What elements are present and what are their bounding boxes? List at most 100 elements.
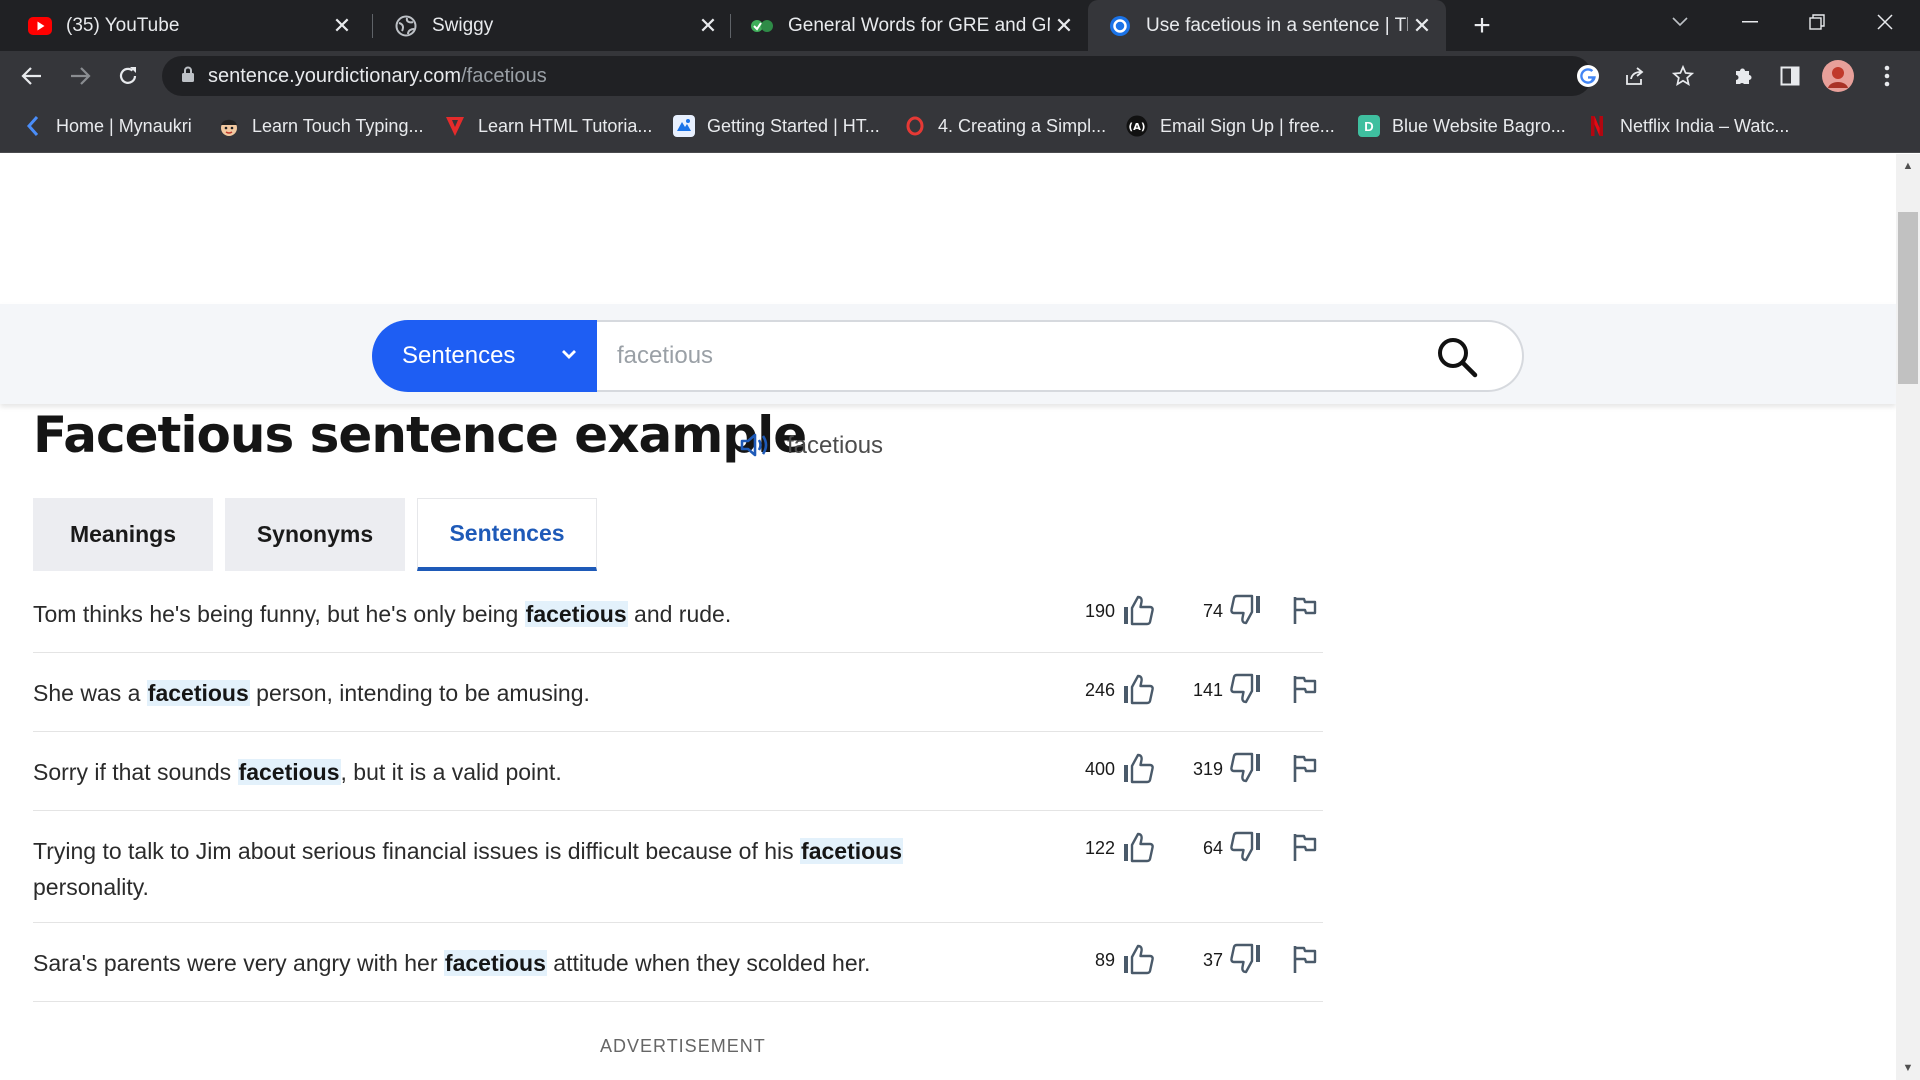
thumbs-up-icon[interactable] [1119,827,1159,867]
chevron-down-icon [562,350,576,359]
search-icon [1438,338,1478,378]
thumbs-up-icon[interactable] [1119,669,1159,709]
thumbs-down-icon[interactable] [1225,669,1265,709]
close-tab-icon[interactable]: ✕ [1408,12,1436,40]
highlighted-word[interactable]: facetious [237,759,341,785]
highlighted-word[interactable]: facetious [800,838,904,864]
search-field [597,320,1524,392]
chrome-menu-button[interactable] [1869,58,1905,94]
speaker-button[interactable] [738,429,770,461]
browser-toolbar: sentence.yourdictionary.com/facetious [0,51,1920,100]
thumbs-up-icon[interactable] [1119,590,1159,630]
highlighted-word[interactable]: facetious [443,950,547,976]
avatar [1822,60,1854,92]
search-button[interactable] [1434,334,1480,380]
bookmarks-bar: Home | Mynaukri Learn Touch Typing... Le… [0,100,1920,153]
bookmark-html-tutorial[interactable]: Learn HTML Tutoria... [444,112,652,140]
page-tabs: Meanings Synonyms Sentences [33,498,609,573]
downvote-count: 319 [1192,759,1223,779]
search-input[interactable] [617,342,1417,370]
forward-arrow-icon [71,67,91,85]
typing-icon [218,115,240,137]
bookmark-blue-website[interactable]: D Blue Website Bagro... [1358,112,1566,140]
reload-button[interactable] [110,58,146,94]
lock-icon [182,66,194,87]
search-mode-dropdown[interactable]: Sentences [372,320,597,392]
minimize-icon [1742,21,1758,23]
sentence-list: Tom thinks he's being funny, but he's on… [33,574,1323,1002]
flag-icon[interactable] [1285,827,1325,867]
tab-search-button[interactable] [1645,0,1715,44]
bookmark-email-signup[interactable]: (A) Email Sign Up | free... [1126,112,1335,140]
upvote-count: 246 [1084,680,1115,700]
bookmark-star-button[interactable] [1665,58,1701,94]
new-tab-button[interactable]: + [1464,8,1500,44]
pronunciation-word: facetious [787,432,884,459]
url-path: /facetious [461,64,547,87]
flag-icon[interactable] [1285,590,1325,630]
restore-icon [1809,14,1825,30]
sentence-text: Sorry if that sounds facetious, but it i… [33,759,562,785]
side-panel-button[interactable] [1772,58,1808,94]
bookmark-mynaukri[interactable]: Home | Mynaukri [22,112,192,140]
thumbs-up-icon[interactable] [1119,748,1159,788]
sentence-text: She was a facetious person, intending to… [33,680,590,706]
thumbs-down-icon[interactable] [1225,590,1265,630]
tab-meanings[interactable]: Meanings [33,498,213,571]
bookmark-touch-typing[interactable]: Learn Touch Typing... [218,112,423,140]
flag-icon[interactable] [1285,669,1325,709]
tab-strip: (35) YouTube ✕ Swiggy ✕ General Words fo… [0,0,1920,51]
tab-synonyms[interactable]: Synonyms [225,498,405,571]
wordsmith-icon [750,14,774,38]
sentence-text: Trying to talk to Jim about serious fina… [33,838,904,900]
bookmark-label: Home | Mynaukri [56,115,192,136]
scroll-down-arrow[interactable]: ▼ [1896,1058,1920,1078]
browser-tab-yourdictionary[interactable]: Use facetious in a sentence | The ✕ [1088,0,1446,51]
search-form: Sentences [372,320,1524,392]
bookmark-label: Blue Website Bagro... [1392,115,1566,136]
minimize-button[interactable] [1715,0,1785,44]
highlighted-word[interactable]: facetious [146,680,250,706]
close-tab-icon[interactable]: ✕ [328,12,356,40]
scroll-up-arrow[interactable]: ▲ [1896,156,1920,176]
google-icon [1577,65,1599,87]
flag-icon[interactable] [1285,939,1325,979]
share-button[interactable] [1617,58,1653,94]
address-bar[interactable]: sentence.yourdictionary.com/facetious [162,56,1592,96]
thumbs-up-icon[interactable] [1119,939,1159,979]
google-lens-button[interactable] [1570,58,1606,94]
vote-controls: 122 64 [1063,827,1323,867]
thumbs-down-icon[interactable] [1225,939,1265,979]
back-button[interactable] [14,58,50,94]
extensions-button[interactable] [1725,58,1761,94]
svg-text:(A): (A) [1129,122,1146,133]
sentence-row: Sorry if that sounds facetious, but it i… [33,732,1323,811]
browser-tab-gre-words[interactable]: General Words for GRE and GMA ✕ [730,0,1088,51]
highlighted-word[interactable]: facetious [524,601,628,627]
forward-button[interactable] [62,58,98,94]
downvote-count: 64 [1202,838,1223,858]
close-window-button[interactable] [1850,0,1920,44]
browser-tab-youtube[interactable]: (35) YouTube ✕ [8,0,366,51]
restore-button[interactable] [1782,0,1852,44]
close-tab-icon[interactable]: ✕ [1050,12,1078,40]
tab-sentences[interactable]: Sentences [417,498,597,571]
vote-controls: 190 74 [1063,590,1323,630]
tab-title: Swiggy [432,14,494,36]
bookmark-netflix[interactable]: Netflix India – Watc... [1586,112,1789,140]
thumbs-down-icon[interactable] [1225,748,1265,788]
getting-started-icon [673,115,695,137]
share-icon [1626,67,1644,85]
tab-title: Use facetious in a sentence | The [1146,14,1408,36]
thumbs-down-icon[interactable] [1225,827,1265,867]
reload-icon [119,67,137,84]
close-tab-icon[interactable]: ✕ [694,12,722,40]
profile-button[interactable] [1820,58,1856,94]
sentence-row: Trying to talk to Jim about serious fina… [33,811,1323,923]
bookmark-label: Getting Started | HT... [707,115,880,136]
browser-tab-swiggy[interactable]: Swiggy ✕ [374,0,732,51]
flag-icon[interactable] [1285,748,1325,788]
bookmark-creating-simple[interactable]: 4. Creating a Simpl... [904,112,1106,140]
scrollbar-thumb[interactable] [1898,212,1918,384]
bookmark-getting-started[interactable]: Getting Started | HT... [673,112,880,140]
